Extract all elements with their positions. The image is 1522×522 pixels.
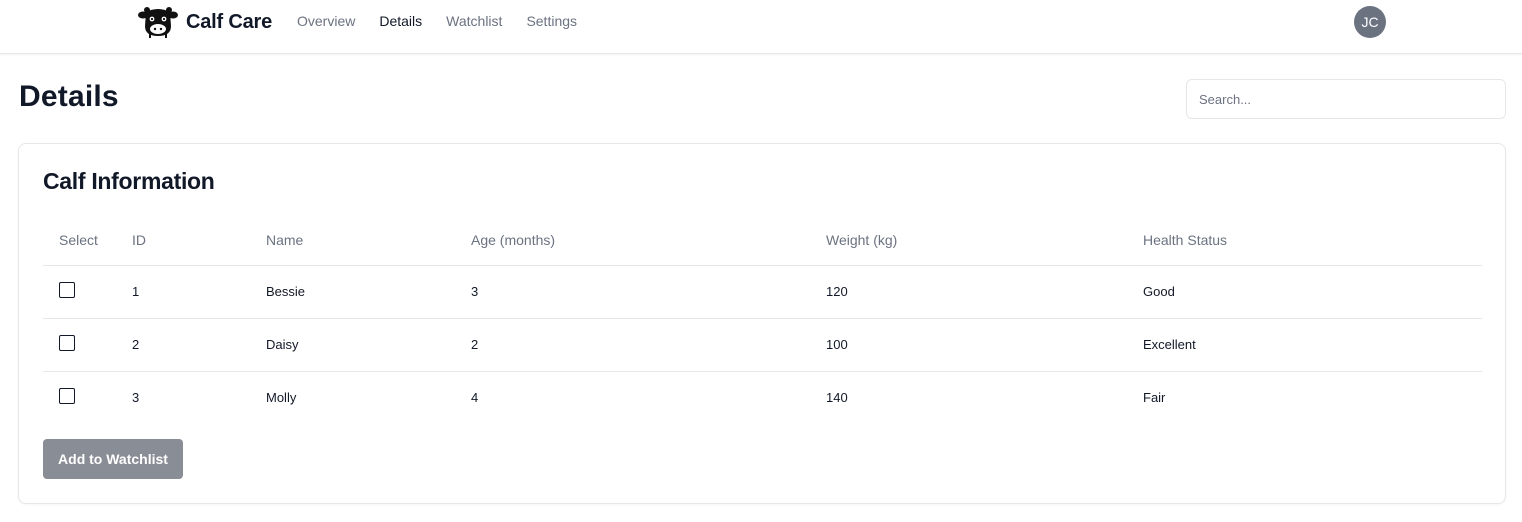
- weight-cell: 140: [826, 390, 848, 406]
- age-cell: 3: [455, 265, 810, 319]
- age-cell: 2: [455, 318, 810, 372]
- name-cell: Daisy: [250, 318, 455, 372]
- weight-cell: 120: [810, 265, 1127, 319]
- select-cell: [43, 371, 116, 424]
- brand-name: Calf Care: [186, 10, 273, 33]
- id-cell: 3: [132, 390, 140, 406]
- nav-details[interactable]: Details: [379, 13, 422, 29]
- nav-watchlist[interactable]: Watchlist: [446, 13, 502, 29]
- main-nav: Overview Details Watchlist Settings: [297, 13, 577, 29]
- name-cell: Molly: [266, 390, 297, 406]
- column-header-select: Select: [43, 216, 116, 266]
- row-checkbox[interactable]: [59, 388, 75, 405]
- age-cell: 4: [471, 390, 479, 406]
- column-header-name: Name: [250, 216, 455, 266]
- table-row: 3 Molly 4 140 Fair: [43, 371, 1482, 424]
- select-cell: [43, 318, 116, 372]
- nav-overview[interactable]: Overview: [297, 13, 355, 29]
- nav-settings[interactable]: Settings: [526, 13, 577, 29]
- calf-information-card: Calf Information Select ID Name Age (mon…: [18, 143, 1506, 504]
- select-cell: [43, 265, 116, 319]
- health-status-cell: Excellent: [1127, 318, 1482, 372]
- weight-cell: 100: [810, 318, 1127, 372]
- column-header-age: Age (months): [455, 216, 810, 266]
- health-status-cell: Fair: [1143, 390, 1166, 406]
- row-checkbox[interactable]: [59, 281, 75, 298]
- calf-table: Select ID Name Age (months) Weight (kg) …: [43, 216, 1482, 424]
- cow-icon: [138, 6, 178, 38]
- card-title: Calf Information: [43, 168, 215, 194]
- table-row: 1 Bessie 3 120 Good: [43, 265, 1482, 319]
- table-header-row: Select ID Name Age (months) Weight (kg) …: [43, 216, 1482, 266]
- table-row: 2 Daisy 2 100 Excellent: [43, 318, 1482, 372]
- column-header-weight: Weight (kg): [810, 216, 1127, 266]
- page-title: Details: [19, 80, 119, 113]
- column-header-health-status: Health Status: [1127, 216, 1482, 266]
- column-header-id: ID: [116, 216, 250, 266]
- add-to-watchlist-button[interactable]: Add to Watchlist: [43, 439, 183, 479]
- search-input[interactable]: [1186, 79, 1506, 119]
- health-status-cell: Good: [1127, 265, 1482, 319]
- brand[interactable]: Calf Care: [138, 6, 272, 38]
- row-checkbox[interactable]: [59, 334, 75, 351]
- top-navigation-bar: Calf Care Overview Details Watchlist Set…: [0, 0, 1522, 54]
- id-cell: 1: [116, 265, 250, 319]
- avatar[interactable]: JC: [1354, 6, 1386, 38]
- id-cell: 2: [116, 318, 250, 372]
- name-cell: Bessie: [250, 265, 455, 319]
